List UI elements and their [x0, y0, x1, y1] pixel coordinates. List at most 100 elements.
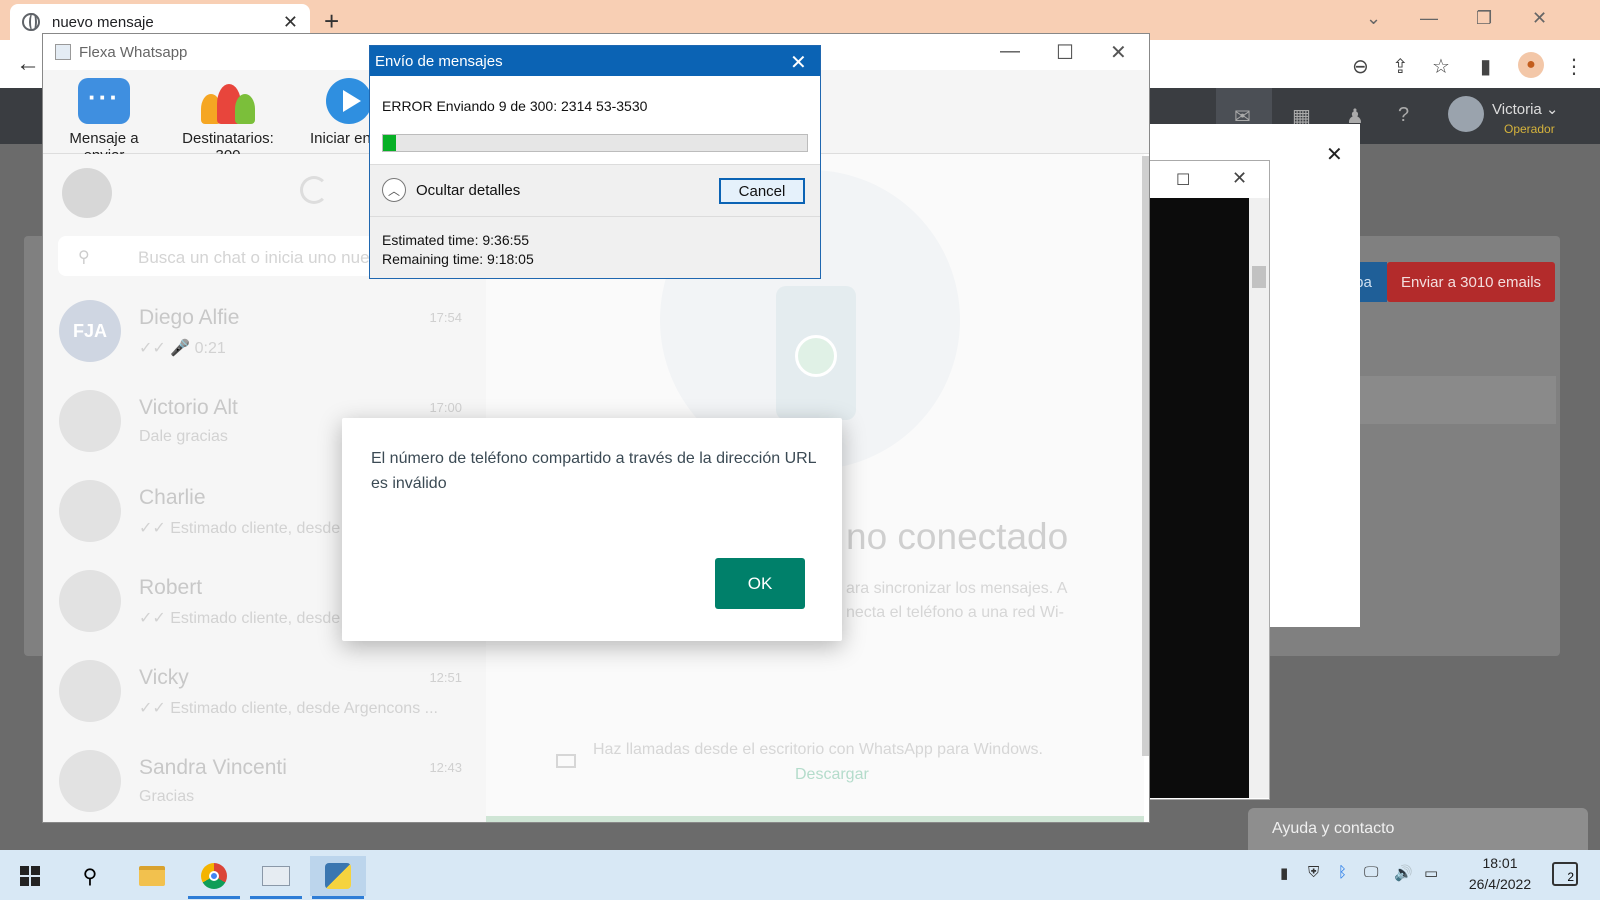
- calls-info: Haz llamadas desde el escritorio con Wha…: [593, 741, 1043, 758]
- progress-fill: [383, 135, 396, 151]
- chat-name: Charlie: [139, 486, 206, 509]
- recipients-tool-button[interactable]: Destinatarios: 300: [168, 78, 288, 164]
- start-button[interactable]: [2, 856, 58, 896]
- people-icon: [201, 78, 255, 124]
- chat-preview: ✓✓ 🎤 0:21: [139, 340, 226, 357]
- chat-preview: ✓✓ Estimado cliente, desde Argencons ...: [139, 700, 438, 717]
- chat-name: Diego Alfie: [139, 306, 240, 329]
- network-icon[interactable]: 🖵: [1364, 864, 1378, 881]
- chat-time: 12:43: [429, 760, 462, 775]
- user-role: Operador: [1504, 122, 1555, 136]
- chat-list-item[interactable]: FJA Diego Alfie 17:54 ✓✓ 🎤 0:21: [43, 288, 486, 378]
- estimated-time: Estimated time: 9:36:55: [382, 232, 530, 248]
- alert-message: El número de teléfono compartido a travé…: [371, 450, 816, 492]
- close-icon[interactable]: ✕: [1532, 8, 1547, 29]
- dialog-title: Envío de mensajes: [370, 46, 820, 76]
- console-scroll-thumb[interactable]: [1252, 266, 1266, 288]
- send-emails-button[interactable]: Enviar a 3010 emails: [1387, 262, 1555, 302]
- avatar: [59, 390, 121, 452]
- remaining-time: Remaining time: 9:18:05: [382, 251, 534, 267]
- kebab-menu-icon[interactable]: ⋮: [1564, 54, 1584, 79]
- play-icon: [326, 78, 370, 124]
- console-scrollbar[interactable]: [1249, 198, 1269, 798]
- connection-desc-line1: ara sincronizar los mensajes. A: [846, 580, 1068, 597]
- hide-details-toggle[interactable]: Ocultar detalles: [416, 182, 520, 199]
- cancel-button[interactable]: Cancel: [719, 178, 805, 204]
- bluetooth-icon[interactable]: ᛒ: [1338, 864, 1347, 881]
- avatar: FJA: [59, 300, 121, 362]
- chat-name: Victorio Alt: [139, 396, 238, 419]
- connection-desc-line2: necta el teléfono a una red Wi-: [846, 604, 1064, 621]
- chat-list-item[interactable]: Sandra Vincenti 12:43 Gracias: [43, 738, 486, 828]
- chrome-icon[interactable]: [186, 856, 242, 896]
- minimize-icon[interactable]: —: [1000, 40, 1020, 63]
- message-tool-button[interactable]: Mensaje a enviar: [48, 78, 160, 164]
- chat-name: Vicky: [139, 666, 189, 689]
- file-explorer-icon[interactable]: [124, 856, 180, 896]
- tab-close-icon[interactable]: ✕: [283, 12, 298, 33]
- chat-preview: ✓✓ Estimado cliente, desde: [139, 520, 341, 537]
- photos-icon[interactable]: [248, 856, 304, 896]
- status-icon[interactable]: [300, 176, 328, 204]
- chat-time: 17:54: [429, 310, 462, 325]
- close-icon[interactable]: ✕: [1110, 40, 1127, 65]
- notifications-icon[interactable]: 2: [1552, 862, 1578, 886]
- chat-list-item[interactable]: Vicky 12:51 ✓✓ Estimado cliente, desde A…: [43, 648, 486, 738]
- ok-button[interactable]: OK: [715, 558, 805, 609]
- chat-time: 17:00: [429, 400, 462, 415]
- avatar: [59, 480, 121, 542]
- help-contact-button[interactable]: Ayuda y contacto: [1248, 808, 1588, 850]
- whatsapp-scrollbar[interactable]: [1142, 156, 1149, 756]
- maximize-icon[interactable]: ☐: [1056, 40, 1074, 65]
- restore-icon[interactable]: ❐: [1476, 8, 1492, 29]
- clock-time[interactable]: 18:01: [1460, 855, 1540, 871]
- tool-label: Iniciar en: [310, 130, 370, 147]
- minimize-icon[interactable]: —: [1420, 8, 1438, 29]
- user-name[interactable]: Victoria ⌄: [1492, 100, 1558, 118]
- chat-name: Robert: [139, 576, 203, 599]
- search-icon: ⚲: [78, 249, 90, 266]
- user-avatar[interactable]: [1448, 96, 1484, 132]
- active-indicator: [188, 896, 240, 899]
- share-icon[interactable]: ⇪: [1392, 54, 1409, 79]
- profile-avatar[interactable]: [62, 168, 112, 218]
- window-title: Flexa Whatsapp: [79, 43, 188, 61]
- avatar: [59, 660, 121, 722]
- connection-heading: no conectado: [846, 516, 1069, 557]
- chevron-up-icon[interactable]: ︿: [382, 178, 406, 202]
- search-placeholder: Busca un chat o inicia uno nuevo: [138, 248, 388, 267]
- search-icon[interactable]: ⚲: [62, 856, 118, 896]
- chat-name: Sandra Vincenti: [139, 756, 287, 779]
- progress-bar: [382, 134, 808, 152]
- help-icon[interactable]: ?: [1398, 104, 1409, 127]
- tab-title: nuevo mensaje: [52, 13, 154, 31]
- avatar: [59, 750, 121, 812]
- sidebar-icon[interactable]: ▮: [1480, 54, 1491, 79]
- modal-close-icon[interactable]: ✕: [1326, 142, 1343, 167]
- whatsapp-bottom-bar: [486, 816, 1144, 822]
- chat-time: 12:51: [429, 670, 462, 685]
- star-icon[interactable]: ☆: [1432, 54, 1450, 79]
- chat-preview: Dale gracias: [139, 428, 228, 445]
- profile-icon[interactable]: ●: [1518, 52, 1544, 78]
- download-link[interactable]: Descargar: [795, 766, 869, 784]
- chat-preview: ✓✓ Estimado cliente, desde: [139, 610, 341, 627]
- zoom-icon[interactable]: ⊖: [1352, 54, 1369, 79]
- python-app-icon[interactable]: [310, 856, 366, 896]
- clock-date[interactable]: 26/4/2022: [1452, 876, 1548, 892]
- back-arrow-icon[interactable]: ←: [16, 50, 40, 78]
- chat-bubble-icon: [78, 78, 130, 124]
- shield-icon[interactable]: ⛨: [1308, 864, 1319, 881]
- close-icon[interactable]: ✕: [790, 50, 807, 75]
- volume-icon[interactable]: 🔊: [1394, 864, 1413, 882]
- start-tool-button[interactable]: Iniciar en: [310, 78, 370, 147]
- laptop-icon: [556, 754, 576, 768]
- battery-icon[interactable]: ▭: [1424, 864, 1438, 882]
- close-icon[interactable]: ✕: [1232, 168, 1247, 189]
- chevron-down-icon[interactable]: ⌄: [1366, 8, 1381, 29]
- maximize-icon[interactable]: ☐: [1176, 170, 1190, 190]
- app-icon: [55, 44, 71, 60]
- progress-status: ERROR Enviando 9 de 300: 2314 53-3530: [382, 98, 648, 114]
- windows-icon: [20, 866, 40, 886]
- device-icon[interactable]: ▮: [1280, 864, 1288, 882]
